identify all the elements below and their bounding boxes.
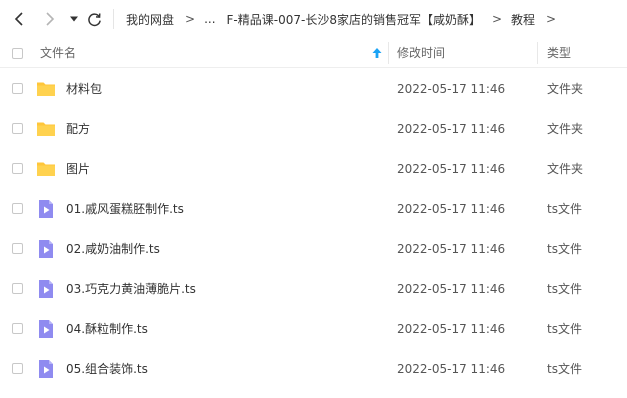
breadcrumb-item-current[interactable]: 教程 <box>511 11 535 28</box>
file-type: ts文件 <box>547 202 582 216</box>
caret-down-icon <box>70 16 78 22</box>
breadcrumb-item-root[interactable]: 我的网盘 <box>126 11 174 28</box>
breadcrumb-item-parent[interactable]: F-精品课-007-长沙8家店的销售冠军【咸奶酥】 <box>227 11 481 28</box>
chevron-right-icon <box>46 12 55 26</box>
file-name: 图片 <box>66 162 91 176</box>
video-file-icon <box>39 360 53 378</box>
modified-time: 2022-05-17 11:46 <box>397 162 506 176</box>
back-button[interactable] <box>10 9 30 29</box>
breadcrumb-separator: > <box>546 12 557 26</box>
file-name: 05.组合装饰.ts <box>66 362 148 376</box>
history-dropdown-button[interactable] <box>64 9 84 29</box>
table-row[interactable]: 05.组合装饰.ts 2022-05-17 11:46 ts文件 <box>0 349 627 389</box>
row-checkbox[interactable] <box>12 363 23 374</box>
sort-up-arrow-icon[interactable] <box>371 47 383 59</box>
column-header-type[interactable]: 类型 <box>547 38 571 68</box>
table-header: 文件名 修改时间 类型 <box>0 38 627 68</box>
file-type: ts文件 <box>547 282 582 296</box>
folder-icon <box>37 162 55 176</box>
refresh-button[interactable] <box>84 9 104 29</box>
video-file-icon <box>39 320 53 338</box>
row-checkbox[interactable] <box>12 283 23 294</box>
toolbar-divider <box>113 9 114 29</box>
column-header-name[interactable]: 文件名 <box>40 38 76 68</box>
folder-icon <box>37 122 55 136</box>
navigation-toolbar: 我的网盘 > ... F-精品课-007-长沙8家店的销售冠军【咸奶酥】 > 教… <box>0 0 627 38</box>
file-name: 01.戚风蛋糕胚制作.ts <box>66 202 184 216</box>
column-header-modified[interactable]: 修改时间 <box>397 38 445 68</box>
video-file-icon <box>39 200 53 218</box>
breadcrumb-separator: > <box>491 12 503 26</box>
table-row[interactable]: 04.酥粒制作.ts 2022-05-17 11:46 ts文件 <box>0 309 627 349</box>
file-name: 02.咸奶油制作.ts <box>66 242 160 256</box>
modified-time: 2022-05-17 11:46 <box>397 202 506 216</box>
video-file-icon <box>39 280 53 298</box>
row-checkbox[interactable] <box>12 163 23 174</box>
row-checkbox[interactable] <box>12 83 23 94</box>
file-name: 配方 <box>66 122 91 136</box>
modified-time: 2022-05-17 11:46 <box>397 362 506 376</box>
video-file-icon <box>39 240 53 258</box>
breadcrumb-separator: > <box>185 12 196 26</box>
column-divider[interactable] <box>537 42 538 64</box>
refresh-icon <box>87 12 101 26</box>
forward-button[interactable] <box>40 9 60 29</box>
folder-icon <box>37 82 55 96</box>
file-type: ts文件 <box>547 242 582 256</box>
table-row[interactable]: 02.咸奶油制作.ts 2022-05-17 11:46 ts文件 <box>0 229 627 269</box>
table-row[interactable]: 01.戚风蛋糕胚制作.ts 2022-05-17 11:46 ts文件 <box>0 189 627 229</box>
select-all-checkbox[interactable] <box>12 48 23 59</box>
file-name: 材料包 <box>66 82 103 96</box>
modified-time: 2022-05-17 11:46 <box>397 282 506 296</box>
column-divider[interactable] <box>388 42 389 64</box>
row-checkbox[interactable] <box>12 203 23 214</box>
modified-time: 2022-05-17 11:46 <box>397 242 506 256</box>
modified-time: 2022-05-17 11:46 <box>397 122 506 136</box>
file-name: 03.巧克力黄油薄脆片.ts <box>66 282 196 296</box>
table-row[interactable]: 配方 2022-05-17 11:46 文件夹 <box>0 109 627 149</box>
modified-time: 2022-05-17 11:46 <box>397 82 506 96</box>
table-row[interactable]: 03.巧克力黄油薄脆片.ts 2022-05-17 11:46 ts文件 <box>0 269 627 309</box>
breadcrumb: 我的网盘 > ... F-精品课-007-长沙8家店的销售冠军【咸奶酥】 > 教… <box>126 0 565 38</box>
row-checkbox[interactable] <box>12 243 23 254</box>
modified-time: 2022-05-17 11:46 <box>397 322 506 336</box>
file-type: ts文件 <box>547 322 582 336</box>
file-name: 04.酥粒制作.ts <box>66 322 148 336</box>
breadcrumb-item-ellipsis[interactable]: ... <box>204 12 215 26</box>
table-row[interactable]: 材料包 2022-05-17 11:46 文件夹 <box>0 69 627 109</box>
row-checkbox[interactable] <box>12 123 23 134</box>
chevron-left-icon <box>14 12 23 26</box>
file-type: ts文件 <box>547 362 582 376</box>
row-checkbox[interactable] <box>12 323 23 334</box>
file-type: 文件夹 <box>547 82 584 96</box>
table-row[interactable]: 图片 2022-05-17 11:46 文件夹 <box>0 149 627 189</box>
file-type: 文件夹 <box>547 162 584 176</box>
file-type: 文件夹 <box>547 122 584 136</box>
